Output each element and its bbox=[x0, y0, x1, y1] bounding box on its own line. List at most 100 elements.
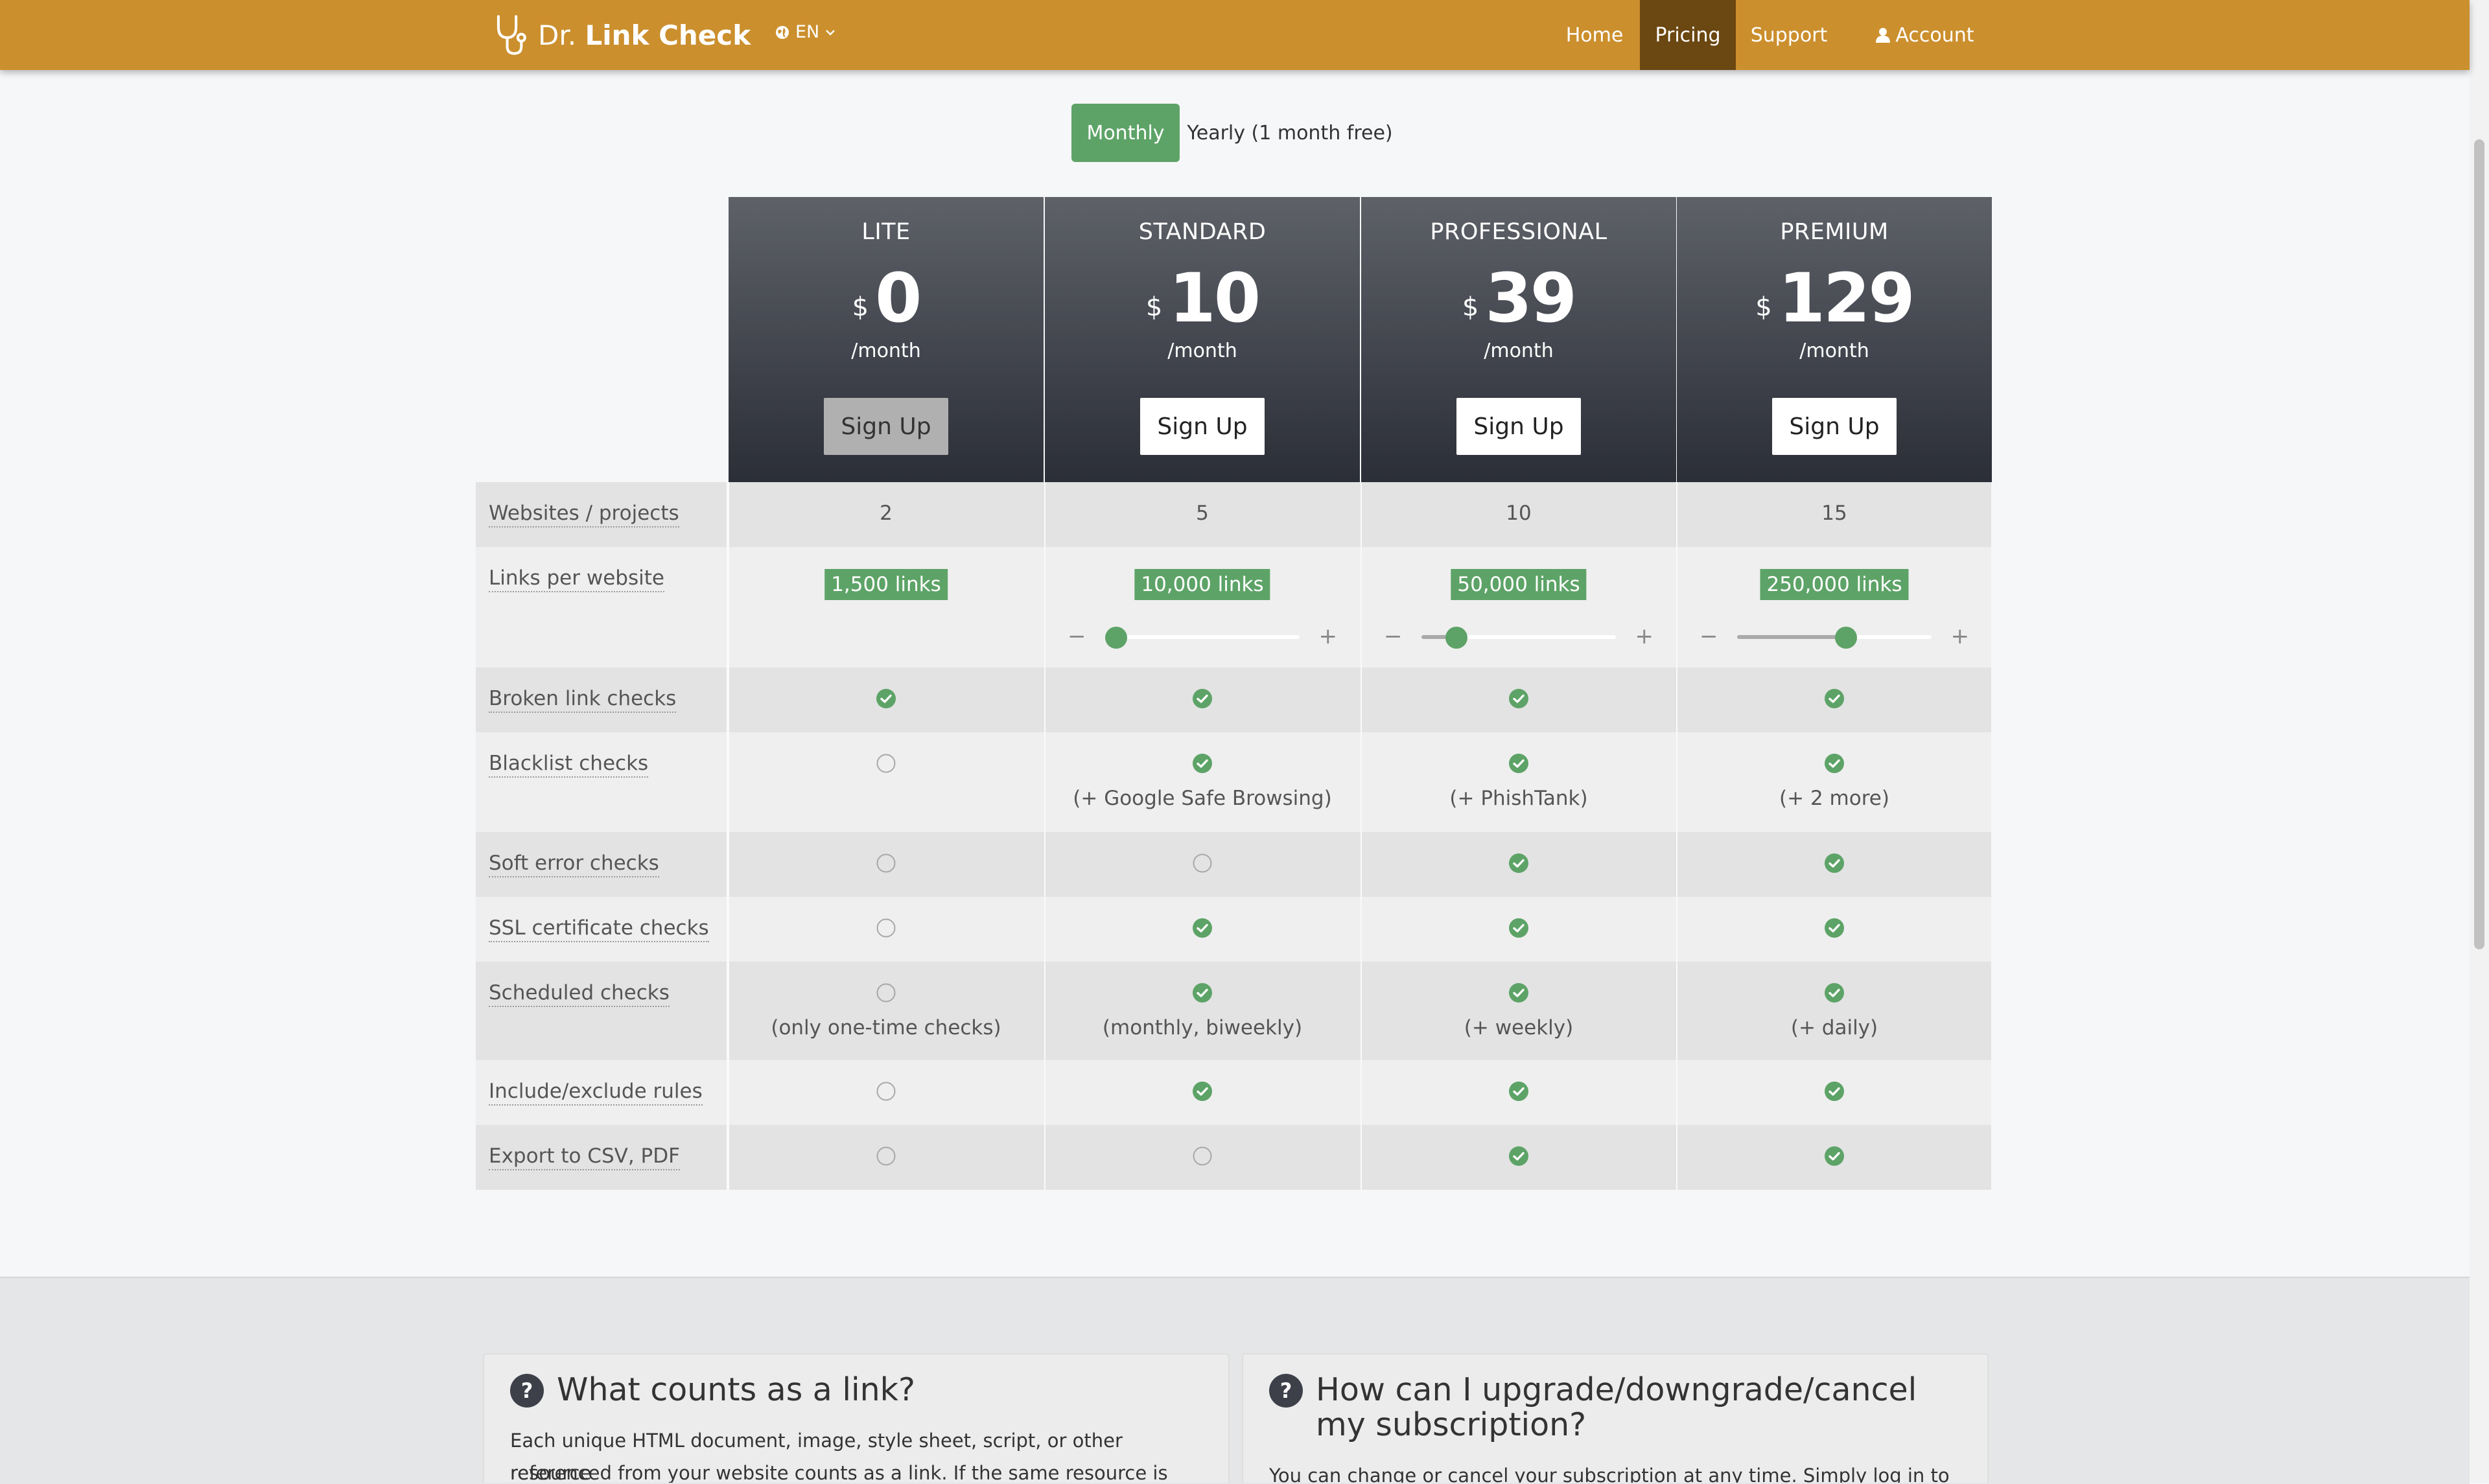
feature-note: (+ PhishTank) bbox=[1449, 787, 1588, 810]
nav-account-label: Account bbox=[1895, 23, 1974, 47]
feature-label-broken-links[interactable]: Broken link checks bbox=[489, 687, 677, 713]
feature-label-include-exclude[interactable]: Include/exclude rules bbox=[489, 1080, 703, 1106]
plan-currency: $ bbox=[1462, 292, 1479, 322]
feature-cell bbox=[1676, 1125, 1991, 1190]
signup-button-standard[interactable]: Sign Up bbox=[1140, 398, 1265, 455]
feature-label-cell: Soft error checks bbox=[476, 832, 728, 897]
slider-minus-button[interactable]: − bbox=[1384, 623, 1403, 649]
check-circle-icon bbox=[1508, 853, 1529, 874]
plan-amount: 0 bbox=[875, 259, 922, 338]
links-badge: 1,500 links bbox=[824, 569, 948, 600]
billing-monthly-button[interactable]: Monthly bbox=[1071, 104, 1180, 162]
nav-support[interactable]: Support bbox=[1744, 0, 1834, 70]
check-circle-icon bbox=[1508, 1146, 1529, 1166]
scrollbar-thumb[interactable] bbox=[2474, 139, 2484, 949]
slider-fill bbox=[1737, 635, 1846, 639]
feature-cell bbox=[728, 667, 1043, 732]
slider-plus-button[interactable]: + bbox=[1635, 623, 1654, 649]
plan-name: LITE bbox=[861, 219, 911, 245]
slider-thumb[interactable] bbox=[1835, 627, 1857, 649]
brand-logo[interactable]: Dr. Link Check bbox=[493, 13, 751, 57]
signup-button-professional[interactable]: Sign Up bbox=[1456, 398, 1581, 455]
plan-price: $ 129 bbox=[1677, 264, 1992, 332]
feature-label-cell: Links per website bbox=[476, 547, 728, 667]
empty-circle-icon bbox=[876, 982, 896, 1003]
feature-row-links: Links per website 1,500 links 10,000 lin… bbox=[476, 547, 1991, 667]
feature-cell bbox=[728, 897, 1043, 962]
nav-pricing[interactable]: Pricing bbox=[1640, 0, 1736, 70]
feature-label-cell: Websites / projects bbox=[476, 482, 728, 547]
brand-title: Link Check bbox=[585, 19, 751, 51]
svg-text:?: ? bbox=[1280, 1378, 1292, 1403]
check-circle-icon bbox=[1192, 918, 1213, 938]
slider-thumb[interactable] bbox=[1105, 627, 1127, 649]
feature-cell bbox=[1676, 832, 1991, 897]
plan-amount: 129 bbox=[1778, 259, 1915, 338]
slider-plus-button[interactable]: + bbox=[1319, 623, 1338, 649]
check-circle-icon bbox=[1824, 688, 1845, 709]
empty-circle-icon bbox=[876, 1146, 896, 1166]
feature-label-links[interactable]: Links per website bbox=[489, 566, 664, 592]
feature-row-websites: Websites / projects 2 5 10 15 bbox=[476, 482, 1991, 547]
slider-thumb[interactable] bbox=[1445, 627, 1467, 649]
feature-label-cell: Blacklist checks bbox=[476, 732, 728, 832]
faq-section bbox=[0, 1277, 2470, 1484]
signup-button-lite[interactable]: Sign Up bbox=[824, 398, 948, 455]
check-circle-icon bbox=[876, 688, 896, 709]
plan-name: PREMIUM bbox=[1780, 219, 1889, 245]
plan-period: /month bbox=[1484, 340, 1554, 362]
feature-row-broken-links: Broken link checks bbox=[476, 667, 1991, 732]
check-circle-icon bbox=[1508, 688, 1529, 709]
feature-label-websites[interactable]: Websites / projects bbox=[489, 502, 679, 528]
top-navbar: Dr. Link Check EN Home Pricing Support A… bbox=[0, 0, 2470, 70]
plan-amount: 39 bbox=[1485, 259, 1577, 338]
feature-cell bbox=[1044, 897, 1359, 962]
feature-label-export[interactable]: Export to CSV, PDF bbox=[489, 1144, 680, 1170]
plan-header-lite: LITE $ 0 /month Sign Up bbox=[729, 197, 1044, 482]
signup-button-premium[interactable]: Sign Up bbox=[1772, 398, 1897, 455]
feature-cell bbox=[1361, 667, 1676, 732]
links-slider[interactable]: − + bbox=[1700, 623, 1969, 649]
plan-header-professional: PROFESSIONAL $ 39 /month Sign Up bbox=[1361, 197, 1676, 482]
feature-cell bbox=[1044, 1125, 1359, 1190]
faq-answer-line: referenced from your website counts as a… bbox=[510, 1462, 1168, 1483]
brand-prefix: Dr. bbox=[538, 19, 577, 51]
feature-note: (only one-time checks) bbox=[771, 1016, 1001, 1039]
plan-period: /month bbox=[851, 340, 921, 362]
feature-cell: (monthly, biweekly) bbox=[1044, 962, 1359, 1060]
brand-name: Dr. Link Check bbox=[538, 19, 751, 51]
feature-cell: 1,500 links bbox=[728, 547, 1043, 667]
feature-cell bbox=[1676, 667, 1991, 732]
feature-label-scheduled[interactable]: Scheduled checks bbox=[489, 981, 670, 1007]
feature-cell: (+ Google Safe Browsing) bbox=[1044, 732, 1359, 832]
feature-label-soft-error[interactable]: Soft error checks bbox=[489, 852, 659, 877]
question-circle-icon: ? bbox=[510, 1374, 544, 1408]
nav-home[interactable]: Home bbox=[1556, 0, 1633, 70]
empty-circle-icon bbox=[876, 1081, 896, 1102]
nav-account[interactable]: Account bbox=[1854, 0, 1996, 70]
slider-plus-button[interactable]: + bbox=[1951, 623, 1970, 649]
feature-value: 15 bbox=[1821, 502, 1847, 525]
check-circle-icon bbox=[1824, 982, 1845, 1003]
links-slider[interactable]: − + bbox=[1068, 623, 1337, 649]
slider-minus-button[interactable]: − bbox=[1700, 623, 1718, 649]
feature-cell bbox=[1676, 1060, 1991, 1125]
language-selector[interactable]: EN bbox=[775, 22, 836, 42]
feature-cell: 5 bbox=[1044, 482, 1359, 547]
slider-minus-button[interactable]: − bbox=[1068, 623, 1086, 649]
links-slider[interactable]: − + bbox=[1384, 623, 1653, 649]
feature-label-blacklist[interactable]: Blacklist checks bbox=[489, 752, 649, 778]
check-circle-icon bbox=[1508, 753, 1529, 774]
feature-cell: 50,000 links − + bbox=[1361, 547, 1676, 667]
feature-cell: (+ 2 more) bbox=[1676, 732, 1991, 832]
feature-label-cell: Export to CSV, PDF bbox=[476, 1125, 728, 1190]
faq-question: How can I upgrade/downgrade/cancel my su… bbox=[1316, 1371, 1917, 1443]
feature-cell bbox=[1044, 1060, 1359, 1125]
billing-yearly-button[interactable]: Yearly (1 month free) bbox=[1187, 104, 1392, 162]
slider-track[interactable] bbox=[1105, 635, 1300, 639]
chevron-down-icon bbox=[826, 29, 836, 36]
feature-cell bbox=[1361, 897, 1676, 962]
empty-circle-icon bbox=[876, 853, 896, 874]
svg-text:?: ? bbox=[521, 1378, 533, 1403]
feature-label-ssl[interactable]: SSL certificate checks bbox=[489, 916, 709, 942]
